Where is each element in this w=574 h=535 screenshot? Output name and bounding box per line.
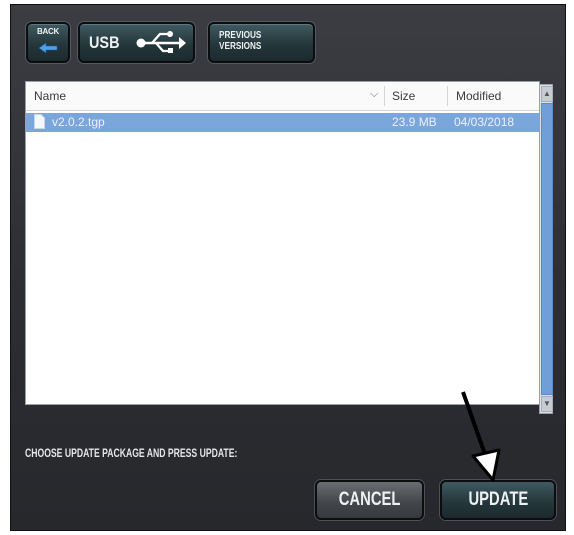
- update-button-label: UPDATE: [468, 489, 528, 510]
- update-button[interactable]: UPDATE: [440, 480, 556, 520]
- instruction-text: CHOOSE UPDATE PACKAGE AND PRESS UPDATE:: [25, 446, 238, 460]
- back-button-label: BACK: [37, 27, 59, 36]
- file-modified: 04/03/2018: [454, 115, 515, 129]
- cancel-button[interactable]: CANCEL: [315, 480, 424, 520]
- usb-button[interactable]: USB: [78, 22, 195, 63]
- cancel-button-label: CANCEL: [338, 489, 401, 510]
- column-header-name[interactable]: Name: [34, 89, 66, 103]
- vertical-scrollbar[interactable]: ▲ ▼: [539, 84, 553, 414]
- usb-button-label: USB: [89, 33, 120, 52]
- previous-versions-label: PREVIOUS VERSIONS: [219, 30, 262, 52]
- file-list[interactable]: Name ⌵ Size Modified v2.0.2.tgp 23.9 MB …: [25, 81, 540, 405]
- usb-icon: [136, 31, 186, 53]
- scroll-thumb[interactable]: [541, 103, 553, 395]
- file-list-header: Name ⌵ Size Modified: [26, 82, 539, 111]
- file-row[interactable]: v2.0.2.tgp 23.9 MB 04/03/2018: [26, 113, 539, 132]
- back-arrow-icon: [38, 42, 58, 54]
- update-dialog: BACK USB PREVIOUS VERSIONS Name ⌵ Size M…: [10, 4, 566, 531]
- column-header-size[interactable]: Size: [392, 89, 415, 103]
- column-header-modified[interactable]: Modified: [456, 89, 501, 103]
- file-size: 23.9 MB: [392, 115, 437, 129]
- pointer-arrow-icon: [461, 391, 501, 482]
- back-button[interactable]: BACK: [26, 22, 70, 63]
- column-divider: [384, 86, 385, 106]
- file-icon: [34, 114, 45, 132]
- chevron-down-icon[interactable]: ⌵: [370, 88, 378, 101]
- scroll-up-button[interactable]: ▲: [541, 86, 553, 102]
- file-name: v2.0.2.tgp: [52, 115, 105, 129]
- column-divider: [447, 86, 448, 106]
- previous-versions-button[interactable]: PREVIOUS VERSIONS: [208, 22, 315, 63]
- scroll-down-button[interactable]: ▼: [541, 396, 553, 412]
